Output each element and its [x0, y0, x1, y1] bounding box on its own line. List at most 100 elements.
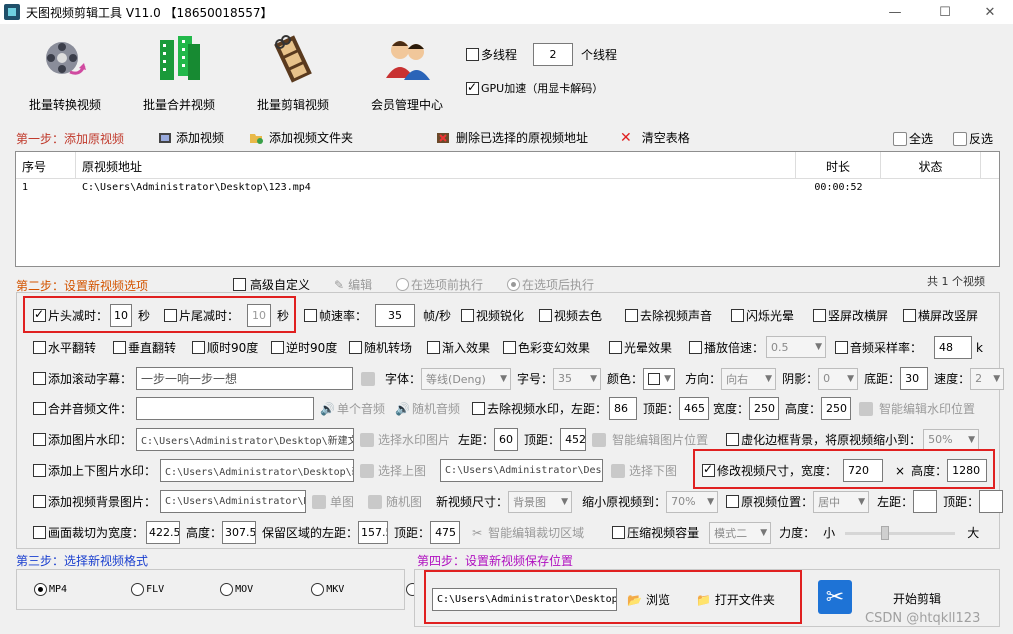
wm-height-input[interactable]: 250: [821, 397, 852, 420]
wm-width-input[interactable]: 250: [749, 397, 779, 420]
member-center-button[interactable]: 会员管理中心: [352, 30, 462, 112]
batch-convert-button[interactable]: 批量转换视频: [10, 30, 120, 112]
blur-border-checkbox[interactable]: [726, 433, 740, 446]
delete-selected-button[interactable]: 删除已选择的原视频地址: [436, 129, 588, 146]
shadow-select[interactable]: 0 ▼: [818, 367, 859, 390]
vflip-option[interactable]: 垂直翻转: [113, 339, 176, 356]
bottom-input[interactable]: 30: [900, 367, 929, 390]
format-radio-flv[interactable]: FLV: [131, 583, 164, 596]
single-audio-button[interactable]: 单个音频: [337, 400, 385, 417]
caption-edit-icon[interactable]: [361, 371, 376, 386]
random-image-button[interactable]: 随机图: [386, 493, 422, 510]
audio-rate-checkbox[interactable]: [835, 341, 848, 354]
batch-edit-button[interactable]: 批量剪辑视频: [238, 30, 348, 112]
keep-left-input[interactable]: 157.5: [358, 521, 389, 544]
add-folder-button[interactable]: 添加视频文件夹: [249, 129, 353, 146]
crop-height-input[interactable]: 307.5: [222, 521, 257, 544]
sharpen-option[interactable]: 视频锐化: [461, 307, 524, 324]
radio-circle[interactable]: [311, 583, 325, 596]
shrink-select[interactable]: 70% ▼: [666, 490, 719, 513]
img-top-input[interactable]: 452: [560, 428, 587, 451]
decolor-option[interactable]: 视频去色: [539, 307, 602, 324]
wm-top-input[interactable]: 465: [678, 397, 709, 420]
format-radio-mp4[interactable]: MP4: [34, 583, 67, 596]
radio-circle[interactable]: [131, 583, 145, 596]
maximize-button[interactable]: ☐: [922, 0, 968, 24]
batch-merge-button[interactable]: 批量合并视频: [124, 30, 234, 112]
caption-text-input[interactable]: 一步一响一步一想: [136, 367, 354, 390]
cw90-option[interactable]: 顺时90度: [192, 339, 258, 356]
image-watermark-checkbox[interactable]: [33, 433, 46, 446]
remove-watermark-checkbox[interactable]: [471, 402, 485, 415]
new-size-select[interactable]: 背景图 ▼: [508, 490, 573, 513]
start-edit-button[interactable]: 开始剪辑: [893, 590, 941, 607]
select-all-button[interactable]: 全选: [893, 130, 933, 147]
hflip-option[interactable]: 水平翻转: [33, 339, 96, 356]
smart-image-button[interactable]: 智能编辑图片位置: [612, 431, 708, 448]
framerate-checkbox[interactable]: [304, 309, 317, 322]
direction-select[interactable]: 向右 ▼: [721, 367, 777, 390]
scroll-speed-select[interactable]: 2 ▼: [970, 367, 1005, 390]
smart-watermark-button[interactable]: 智能编辑水印位置: [879, 400, 975, 417]
random-audio-button[interactable]: 随机音频: [412, 400, 460, 417]
position-checkbox[interactable]: [726, 495, 740, 508]
position-select[interactable]: 居中 ▼: [813, 490, 870, 513]
h2v-option[interactable]: 横屏改竖屏: [903, 307, 978, 324]
blur-shrink-select[interactable]: 50% ▼: [923, 428, 980, 451]
top-image-path[interactable]: C:\Users\Administrator\Desktop\新: [160, 459, 355, 482]
choose-top-button[interactable]: 选择上图: [378, 462, 426, 479]
crop-width-input[interactable]: 422.5: [146, 521, 181, 544]
pos-left-input[interactable]: [913, 490, 938, 513]
color-picker[interactable]: ▼: [643, 367, 676, 390]
add-video-button[interactable]: 添加视频: [158, 129, 224, 146]
slider-thumb[interactable]: [881, 525, 890, 540]
ccw90-option[interactable]: 逆时90度: [271, 339, 337, 356]
bg-image-path[interactable]: C:\Users\Administrator\D: [160, 490, 307, 513]
choose-watermark-button[interactable]: 选择水印图片: [378, 431, 450, 448]
format-radio-mov[interactable]: MOV: [220, 583, 253, 596]
speed-checkbox[interactable]: [689, 340, 702, 354]
close-button[interactable]: ✕: [967, 0, 1013, 24]
framerate-input[interactable]: 35: [375, 304, 416, 327]
table-row[interactable]: 1 C:\Users\Administrator\Desktop\123.mp4…: [16, 179, 999, 199]
mode-select[interactable]: 模式二 ▼: [709, 521, 772, 544]
pos-top-input[interactable]: [979, 490, 1004, 513]
start-edit-icon-button[interactable]: ✂: [818, 580, 852, 614]
speed-select[interactable]: 0.5 ▼: [766, 336, 827, 358]
halo-option[interactable]: 光晕效果: [609, 339, 672, 356]
compress-checkbox[interactable]: [612, 526, 626, 539]
font-select[interactable]: 等线(Deng) ▼: [421, 367, 512, 390]
choose-bottom-button[interactable]: 选择下图: [629, 462, 677, 479]
gpu-option[interactable]: GPU加速（用显卡解码）: [466, 80, 603, 96]
before-exec-radio[interactable]: 在选项前执行: [396, 276, 483, 293]
col-path[interactable]: 原视频地址: [76, 152, 796, 178]
image-watermark-path[interactable]: C:\Users\Administrator\Desktop\新建文: [136, 428, 355, 451]
minimize-button[interactable]: —: [872, 0, 918, 24]
multithread-option[interactable]: 多线程 2 个线程: [466, 43, 617, 66]
strength-slider[interactable]: [845, 523, 956, 543]
advanced-custom-option[interactable]: 高级自定义: [233, 276, 310, 293]
invert-selection-button[interactable]: 反选: [953, 130, 993, 147]
fade-in-option[interactable]: 渐入效果: [427, 339, 490, 356]
scroll-caption-checkbox[interactable]: [33, 372, 46, 385]
bottom-image-path[interactable]: C:\Users\Administrator\Desk: [440, 459, 604, 482]
merge-audio-checkbox[interactable]: [33, 402, 46, 415]
col-index[interactable]: 序号: [16, 152, 76, 178]
after-exec-radio[interactable]: 在选项后执行: [507, 276, 594, 293]
size-select[interactable]: 35 ▼: [553, 367, 602, 390]
v2h-option[interactable]: 竖屏改横屏: [813, 307, 888, 324]
gpu-checkbox[interactable]: [466, 80, 479, 95]
col-duration[interactable]: 时长: [796, 152, 881, 178]
audio-rate-input[interactable]: 48: [934, 336, 973, 359]
advanced-custom-checkbox[interactable]: [233, 278, 246, 291]
radio-circle[interactable]: [220, 583, 234, 596]
remove-audio-option[interactable]: 去除视频声音: [625, 307, 712, 324]
color-vary-option[interactable]: 色彩变幻效果: [503, 339, 590, 356]
random-transition-option[interactable]: 随机转场: [349, 339, 412, 356]
keep-top-input[interactable]: 475: [430, 521, 461, 544]
edit-button[interactable]: ✎ 编辑: [334, 276, 372, 293]
wm-left-input[interactable]: 86: [608, 397, 637, 420]
flash-option[interactable]: 闪烁光晕: [731, 307, 794, 324]
radio-circle[interactable]: [34, 583, 47, 596]
smart-crop-button[interactable]: 智能编辑裁切区域: [488, 524, 584, 541]
